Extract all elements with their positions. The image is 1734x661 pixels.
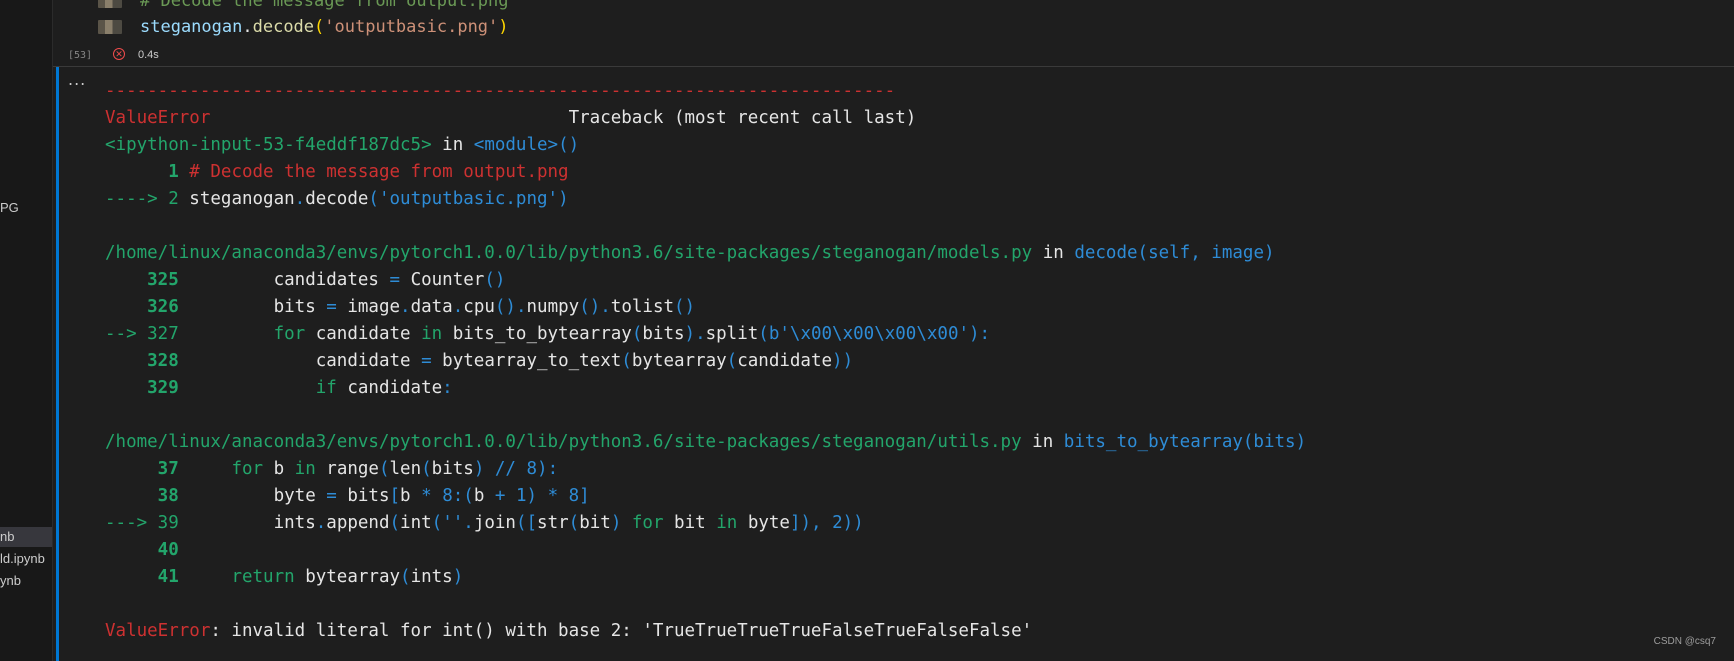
traceback-line-current: ----> 2 steganogan.decode('outputbasic.p… [105, 186, 1306, 213]
frame-file: /home/linux/anaconda3/envs/pytorch1.0.0/… [105, 432, 1022, 452]
explorer-item[interactable]: ld.ipynb [0, 551, 45, 566]
traceback-line: 325 candidates = Counter() [105, 270, 506, 290]
frame-in-label: in [431, 135, 474, 155]
execution-duration: 0.4s [138, 49, 159, 61]
code-string: 'outputbasic.png' [324, 17, 499, 37]
error-name: ValueError [105, 108, 211, 128]
line-number: 1 [105, 162, 190, 182]
traceback-frame-header: /home/linux/anaconda3/envs/pytorch1.0.0/… [105, 429, 1306, 456]
code-paren: ( [314, 17, 325, 37]
traceback-line: 38 byte = bits[b * 8:(b + 1) * 8] [105, 486, 590, 506]
cell-thumbnail-icon [98, 0, 122, 8]
code-line-2[interactable]: steganogan.decode('outputbasic.png') [140, 17, 509, 37]
frame-in-label: in [1021, 432, 1064, 452]
traceback-title: Traceback (most recent call last) [568, 108, 917, 128]
execution-count: [53] [68, 50, 93, 61]
traceback-line-current: --> 327 for candidate in bits_to_bytearr… [105, 324, 991, 344]
frame-function: bits_to_bytearray(bits) [1063, 432, 1307, 452]
explorer-item[interactable]: PG [0, 200, 19, 215]
code-paren: ) [498, 17, 509, 37]
traceback-separator: ----------------------------------------… [105, 81, 896, 101]
code-method: decode [305, 189, 369, 209]
traceback-line: 326 bits = image.data.cpu().numpy().toli… [105, 297, 696, 317]
error-name: ValueError [105, 621, 211, 641]
line-arrow: ----> 2 [105, 189, 190, 209]
cell-divider [53, 66, 1734, 67]
code-object: steganogan [140, 17, 243, 37]
frame-file: /home/linux/anaconda3/envs/pytorch1.0.0/… [105, 243, 1033, 263]
traceback-frame-header: <ipython-input-53-f4eddf187dc5> in <modu… [105, 132, 1306, 159]
code-object: steganogan [189, 189, 295, 209]
frame-function: <module>() [473, 135, 580, 155]
error-message: ValueError: invalid literal for int() wi… [105, 618, 1306, 645]
frame-file: <ipython-input-53-f4eddf187dc5> [105, 135, 432, 155]
notebook-window: PG nb ld.ipynb ynb # Decode the message … [0, 0, 1734, 661]
traceback-line: 41 return bytearray(ints) [105, 567, 464, 587]
traceback-line-current: ---> 39 ints.append(int(''.join([str(bit… [105, 513, 864, 533]
frame-in-label: in [1032, 243, 1075, 263]
traceback-header: ValueError Traceback (most recent call l… [105, 105, 1306, 132]
code-args: ('outputbasic.png') [368, 189, 569, 209]
traceback-output: ----------------------------------------… [105, 78, 1306, 645]
traceback-line: 37 for b in range(len(bits) // 8): [105, 459, 559, 479]
output-focus-indicator [56, 67, 59, 661]
traceback-frame-header: /home/linux/anaconda3/envs/pytorch1.0.0/… [105, 240, 1306, 267]
code-method: decode [252, 17, 315, 37]
traceback-line: 329 if candidate: [105, 378, 453, 398]
error-text: : invalid literal for int() with base 2:… [210, 621, 1033, 641]
output-more-icon[interactable]: ... [68, 70, 86, 89]
code-dot: . [294, 189, 306, 209]
code-line-1[interactable]: # Decode the message from output.png [140, 0, 508, 11]
code-comment: # Decode the message from output.png [140, 0, 509, 11]
traceback-line: 40 [105, 540, 190, 560]
code-dot: . [242, 17, 253, 37]
watermark: CSDN @csq7 [1653, 636, 1716, 647]
cell-thumbnail-icon [98, 20, 122, 34]
traceback-line: 1 # Decode the message from output.png [105, 159, 1306, 186]
explorer-item-selected[interactable]: nb [0, 529, 14, 544]
explorer-item[interactable]: ynb [0, 573, 21, 588]
code-comment: # Decode the message from output.png [189, 162, 569, 182]
error-status-icon: ✕ [113, 48, 125, 60]
traceback-line: 328 candidate = bytearray_to_text(bytear… [105, 351, 854, 371]
frame-function: decode(self, image) [1074, 243, 1275, 263]
file-explorer: PG nb ld.ipynb ynb [0, 0, 53, 661]
